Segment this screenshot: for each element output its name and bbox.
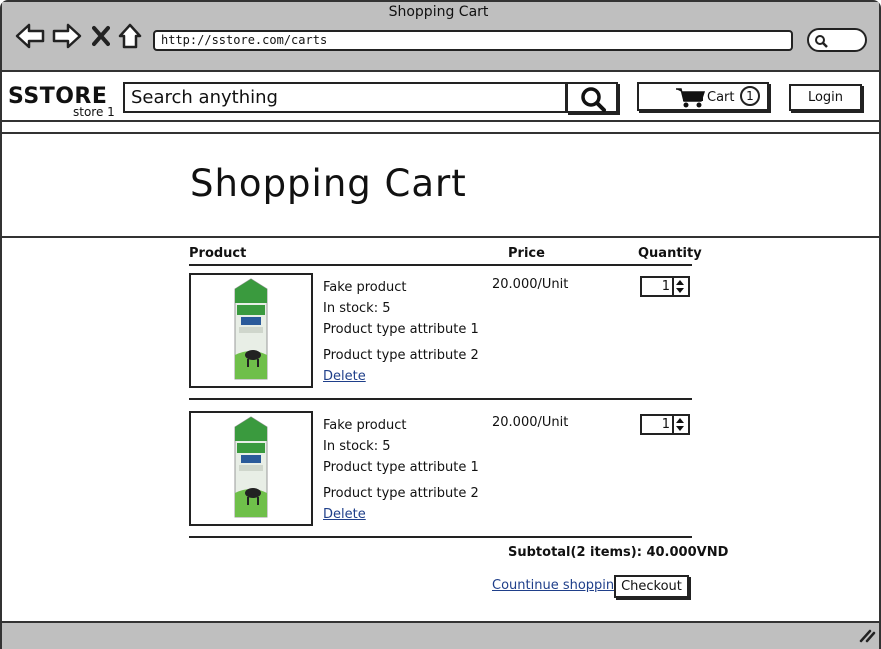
divider (189, 264, 692, 266)
cart-button[interactable]: Cart 1 (637, 82, 769, 111)
product-stock: In stock: 5 (323, 439, 391, 454)
stepper-arrows-icon[interactable] (672, 278, 688, 295)
shopping-cart-icon (676, 88, 705, 108)
product-attribute-1: Product type attribute 1 (323, 322, 479, 337)
search-input[interactable]: Search anything (123, 82, 567, 113)
quantity-value[interactable]: 1 (662, 279, 670, 294)
forward-arrow-icon[interactable] (52, 22, 82, 50)
search-icon (815, 35, 828, 48)
column-header-product: Product (189, 246, 247, 261)
column-header-quantity: Quantity (638, 246, 702, 261)
quantity-stepper[interactable]: 1 (640, 414, 690, 435)
search-button[interactable] (566, 82, 618, 113)
column-header-price: Price (508, 246, 545, 261)
continue-shopping-link[interactable]: Countinue shopping (492, 578, 622, 593)
product-name[interactable]: Fake product (323, 418, 406, 433)
url-bar[interactable]: http://sstore.com/carts (153, 30, 793, 51)
subtotal: Subtotal(2 items): 40.000VND (508, 545, 729, 560)
milk-carton-image (234, 416, 268, 518)
product-stock: In stock: 5 (323, 301, 391, 316)
product-attribute-2: Product type attribute 2 (323, 348, 479, 363)
divider (189, 398, 692, 400)
delete-link[interactable]: Delete (323, 369, 366, 384)
cart-count-badge: 1 (740, 86, 760, 106)
back-arrow-icon[interactable] (15, 22, 45, 50)
milk-carton-image (234, 278, 268, 380)
window-title: Shopping Cart (388, 4, 489, 20)
close-icon[interactable] (92, 22, 110, 50)
product-price: 20.000/Unit (492, 415, 569, 430)
product-attribute-2: Product type attribute 2 (323, 486, 479, 501)
search-icon (581, 87, 606, 112)
product-attribute-1: Product type attribute 1 (323, 460, 479, 475)
product-image[interactable] (189, 411, 313, 526)
product-price: 20.000/Unit (492, 277, 569, 292)
status-bar (2, 621, 879, 649)
stepper-arrows-icon[interactable] (672, 416, 688, 433)
page-title: Shopping Cart (190, 162, 467, 205)
resize-grip-icon[interactable] (858, 627, 876, 643)
delete-link[interactable]: Delete (323, 507, 366, 522)
product-image[interactable] (189, 273, 313, 388)
product-name[interactable]: Fake product (323, 280, 406, 295)
checkout-button[interactable]: Checkout (614, 575, 689, 598)
login-button[interactable]: Login (789, 84, 862, 111)
divider (189, 536, 692, 538)
home-icon[interactable] (118, 22, 142, 50)
cart-label: Cart (707, 90, 735, 105)
quantity-value[interactable]: 1 (662, 417, 670, 432)
store-name: store 1 (73, 105, 115, 119)
browser-search-button[interactable] (807, 28, 867, 52)
quantity-stepper[interactable]: 1 (640, 276, 690, 297)
